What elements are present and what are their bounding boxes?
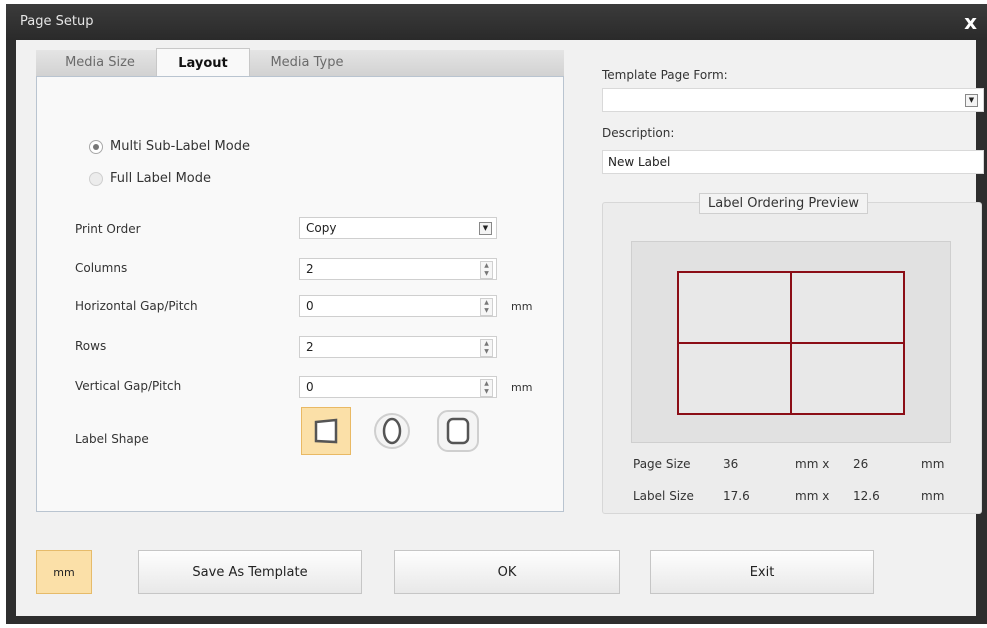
label-width-value: 17.6 <box>723 489 750 503</box>
label-grid-preview <box>677 271 905 415</box>
columns-stepper[interactable]: 2 ▲ ▼ <box>299 258 497 280</box>
vertical-gap-stepper[interactable]: 0 ▲ ▼ <box>299 376 497 398</box>
label-cell <box>790 342 905 415</box>
label-cell <box>677 342 792 415</box>
rounded-rectangle-icon <box>437 410 479 452</box>
rows-label: Rows <box>75 339 107 353</box>
template-page-form-select[interactable]: ▼ <box>602 88 984 112</box>
spinner-icon[interactable]: ▲ ▼ <box>480 339 493 357</box>
page-setup-dialog: Page Setup x Media Size Layout Media Typ… <box>6 4 987 624</box>
exit-button[interactable]: Exit <box>650 550 874 594</box>
vertical-gap-unit: mm <box>511 381 533 394</box>
description-value: New Label <box>608 155 671 169</box>
dropdown-arrow-icon[interactable]: ▼ <box>965 94 978 107</box>
full-label-radio[interactable] <box>89 171 103 186</box>
horizontal-gap-value: 0 <box>306 299 314 313</box>
multi-sub-label-label: Multi Sub-Label Mode <box>110 139 250 154</box>
horizontal-gap-unit: mm <box>511 300 533 313</box>
horizontal-gap-stepper[interactable]: 0 ▲ ▼ <box>299 295 497 317</box>
spinner-icon[interactable]: ▲ ▼ <box>480 379 493 397</box>
full-label-label: Full Label Mode <box>110 171 211 186</box>
shape-ellipse-button[interactable] <box>367 407 417 455</box>
rectangle-icon <box>314 418 338 444</box>
dialog-body: Media Size Layout Media Type Multi Sub-L… <box>16 40 984 616</box>
label-size-unit: mm <box>921 489 945 503</box>
full-label-mode-option[interactable]: Full Label Mode <box>89 171 211 186</box>
label-height-value: 12.6 <box>853 489 880 503</box>
spinner-icon[interactable]: ▲ ▼ <box>480 298 493 316</box>
multi-sub-label-mode-option[interactable]: Multi Sub-Label Mode <box>89 139 250 154</box>
mm-x-label: mm x <box>795 457 830 471</box>
tab-media-size[interactable]: Media Size <box>50 50 150 76</box>
print-order-value: Copy <box>306 221 337 235</box>
horizontal-gap-label: Horizontal Gap/Pitch <box>75 299 198 313</box>
columns-label: Columns <box>75 261 128 275</box>
vertical-gap-label: Vertical Gap/Pitch <box>75 379 182 393</box>
page-size-unit: mm <box>921 457 945 471</box>
shape-rounded-rectangle-button[interactable] <box>433 407 483 455</box>
ellipse-icon <box>374 413 410 449</box>
preview-canvas <box>631 241 951 443</box>
preview-title: Label Ordering Preview <box>699 193 868 214</box>
tab-media-type[interactable]: Media Type <box>252 50 362 76</box>
title-bar: Page Setup x <box>6 4 987 40</box>
label-shape-label: Label Shape <box>75 432 149 446</box>
dropdown-arrow-icon[interactable]: ▼ <box>479 222 492 235</box>
page-size-label: Page Size <box>633 457 691 471</box>
template-page-form-label: Template Page Form: <box>602 68 728 82</box>
description-input[interactable]: New Label <box>602 150 984 174</box>
rows-value: 2 <box>306 340 314 354</box>
close-icon[interactable]: x <box>964 10 977 34</box>
rows-stepper[interactable]: 2 ▲ ▼ <box>299 336 497 358</box>
tab-strip: Media Size Layout Media Type <box>36 48 564 77</box>
description-label: Description: <box>602 126 675 140</box>
spinner-icon[interactable]: ▲ ▼ <box>480 261 493 279</box>
layout-panel: Multi Sub-Label Mode Full Label Mode Pri… <box>36 76 564 512</box>
mm-x-label: mm x <box>795 489 830 503</box>
label-ordering-preview: Label Ordering Preview Page Size 36 mm x… <box>602 193 982 514</box>
label-size-label: Label Size <box>633 489 694 503</box>
page-width-value: 36 <box>723 457 739 471</box>
tab-layout[interactable]: Layout <box>156 48 250 77</box>
columns-value: 2 <box>306 262 314 276</box>
multi-sub-label-radio[interactable] <box>89 139 103 154</box>
unit-toggle-button[interactable]: mm <box>36 550 92 594</box>
vertical-gap-value: 0 <box>306 380 314 394</box>
label-cell <box>790 271 905 344</box>
print-order-label: Print Order <box>75 222 141 236</box>
save-as-template-button[interactable]: Save As Template <box>138 550 362 594</box>
dialog-title: Page Setup <box>20 14 94 29</box>
ok-button[interactable]: OK <box>394 550 620 594</box>
shape-rectangle-button[interactable] <box>301 407 351 455</box>
print-order-select[interactable]: Copy ▼ <box>299 217 497 239</box>
label-cell <box>677 271 792 344</box>
page-height-value: 26 <box>853 457 869 471</box>
